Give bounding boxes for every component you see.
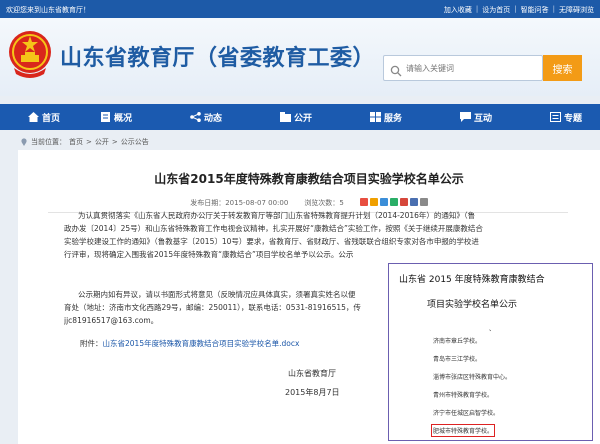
paragraph-line: 公示期内如有异议，请以书面形式将意见（反映情况应具体真实，须署真实姓名以便 bbox=[78, 290, 356, 299]
school-list-overlay: 山东省 2015 年度特殊教育康教结合 项目实验学校名单公示 、 济南市章丘学校… bbox=[388, 263, 593, 441]
paragraph-line: 实验学校建设工作的通知》（鲁教基字〔2015〕10号）要求，省教育厅、省财政厅、… bbox=[64, 237, 479, 246]
site-header: 山东省教育厅（省委教育工委） 搜索 bbox=[0, 18, 600, 96]
folder-icon bbox=[280, 112, 291, 122]
breadcrumb-separator: > bbox=[86, 138, 92, 146]
nav-label: 专题 bbox=[564, 113, 583, 124]
nav-item-news[interactable]: 动态 bbox=[162, 104, 252, 130]
share-more-icon[interactable] bbox=[419, 198, 428, 206]
breadcrumb-public[interactable]: 公开 bbox=[95, 137, 109, 147]
signature-org: 山东省教育厅 bbox=[288, 369, 336, 378]
location-pin-icon bbox=[20, 138, 28, 146]
nav-label: 首页 bbox=[42, 113, 61, 124]
list-item-highlighted: 肥城市特殊教育学校。 bbox=[430, 424, 496, 437]
nav-item-topic[interactable]: 专题 bbox=[522, 104, 600, 130]
nav-item-home[interactable]: 首页 bbox=[0, 104, 72, 130]
paragraph-line: jjc81916517@163.com。 bbox=[64, 316, 159, 325]
attachment-row: 附件：山东省2015年度特殊教育康教结合项目实验学校名单.docx bbox=[80, 338, 299, 349]
list-item: 济南市章丘学校。 bbox=[433, 338, 482, 345]
add-favorite-link[interactable]: 加入收藏 bbox=[444, 5, 472, 15]
chat-icon bbox=[460, 112, 471, 122]
nav-label: 概况 bbox=[114, 113, 133, 124]
set-homepage-link[interactable]: 设为首页 bbox=[482, 5, 510, 15]
share-tencent-icon[interactable] bbox=[379, 198, 388, 206]
top-links: 加入收藏 | 设为首页 | 智能问答 | 无障碍浏览 bbox=[444, 5, 594, 15]
paragraph-line: 政办发〔2014〕25号）和山东省特殊教育工作电视会议精神，扎实开展好“康教结合… bbox=[64, 224, 483, 233]
welcome-text: 欢迎您来到山东省教育厅！ bbox=[6, 6, 90, 14]
list-mark: 、 bbox=[489, 326, 496, 333]
national-emblem-icon bbox=[6, 28, 54, 80]
site-title: 山东省教育厅（省委教育工委） bbox=[60, 46, 376, 71]
share-qzone-icon[interactable] bbox=[369, 198, 378, 206]
breadcrumb-prefix: 当前位置： bbox=[31, 138, 66, 146]
paragraph-line: 行评审，现将确定入围我省2015年度特殊教育“康教结合”项目学校名单予以公示。公… bbox=[64, 250, 354, 259]
separator: | bbox=[514, 5, 517, 13]
nav-label: 公开 bbox=[294, 113, 313, 124]
share-renren-icon[interactable] bbox=[399, 198, 408, 206]
main-nav: 首页 概况 动态 公开 服务 互动 专题 bbox=[0, 104, 600, 130]
search-button[interactable]: 搜索 bbox=[543, 55, 582, 81]
nav-item-overview[interactable]: 概况 bbox=[72, 104, 162, 130]
nav-item-service[interactable]: 服务 bbox=[342, 104, 432, 130]
breadcrumb-separator: > bbox=[111, 138, 118, 146]
smart-qa-link[interactable]: 智能问答 bbox=[521, 5, 549, 15]
paragraph-objection: 公示期内如有异议，请以书面形式将意见（反映情况应具体真实，须署真实姓名以便 育处… bbox=[64, 288, 361, 327]
separator: | bbox=[552, 5, 555, 13]
nav-label: 动态 bbox=[204, 113, 223, 124]
attachment-link[interactable]: 山东省2015年度特殊教育康教结合项目实验学校名单.docx bbox=[103, 339, 300, 348]
paragraph-line: 为认真贯彻落实《山东省人民政府办公厅关于转发教育厅等部门山东省特殊教育提升计划（… bbox=[78, 211, 476, 220]
share-douban-icon[interactable] bbox=[409, 198, 418, 206]
share-weibo-icon[interactable] bbox=[359, 198, 368, 206]
breadcrumb-notices[interactable]: 公示公告 bbox=[121, 137, 149, 147]
breadcrumb: 当前位置： 首页 > 公开 > 公示公告 bbox=[20, 137, 149, 147]
nav-label: 互动 bbox=[474, 113, 493, 124]
nav-item-interact[interactable]: 互动 bbox=[432, 104, 522, 130]
nav-item-public[interactable]: 公开 bbox=[252, 104, 342, 130]
article-title: 山东省2015年度特殊教育康教结合项目实验学校名单公示 bbox=[154, 172, 464, 186]
service-icon bbox=[370, 112, 381, 122]
search-icon bbox=[390, 62, 402, 77]
top-bar: 欢迎您来到山东省教育厅！ 加入收藏 | 设为首页 | 智能问答 | 无障碍浏览 bbox=[0, 0, 600, 18]
overlay-title-line2: 项目实验学校名单公示 bbox=[427, 300, 518, 310]
share-icon bbox=[190, 112, 201, 122]
list-item: 青州市特殊教育学校。 bbox=[433, 392, 494, 399]
overlay-title-line1: 山东省 2015 年度特殊教育康教结合 bbox=[399, 275, 545, 285]
breadcrumb-home[interactable]: 首页 bbox=[69, 137, 83, 147]
paragraph-line: 育处（地址：济南市文化西路29号，邮编：250011），联系电话：0531-81… bbox=[64, 303, 361, 312]
accessibility-link[interactable]: 无障碍浏览 bbox=[559, 5, 594, 15]
nav-label: 服务 bbox=[384, 113, 403, 124]
search-box bbox=[383, 55, 543, 81]
paragraph-intro: 为认真贯彻落实《山东省人民政府办公厅关于转发教育厅等部门山东省特殊教育提升计划（… bbox=[64, 207, 483, 261]
list-item: 青岛市三江学校。 bbox=[433, 356, 482, 363]
search-input[interactable] bbox=[406, 60, 536, 76]
list-item: 淄博市张店区特殊教育中心。 bbox=[433, 374, 512, 381]
attachment-label: 附件： bbox=[80, 339, 103, 348]
home-icon bbox=[28, 112, 39, 122]
list-item: 济宁市任城区启智学校。 bbox=[433, 410, 500, 417]
share-wechat-icon[interactable] bbox=[389, 198, 398, 206]
document-icon bbox=[100, 112, 111, 122]
separator: | bbox=[475, 5, 479, 13]
topic-icon bbox=[550, 112, 561, 122]
signature-date: 2015年8月7日 bbox=[285, 388, 340, 397]
